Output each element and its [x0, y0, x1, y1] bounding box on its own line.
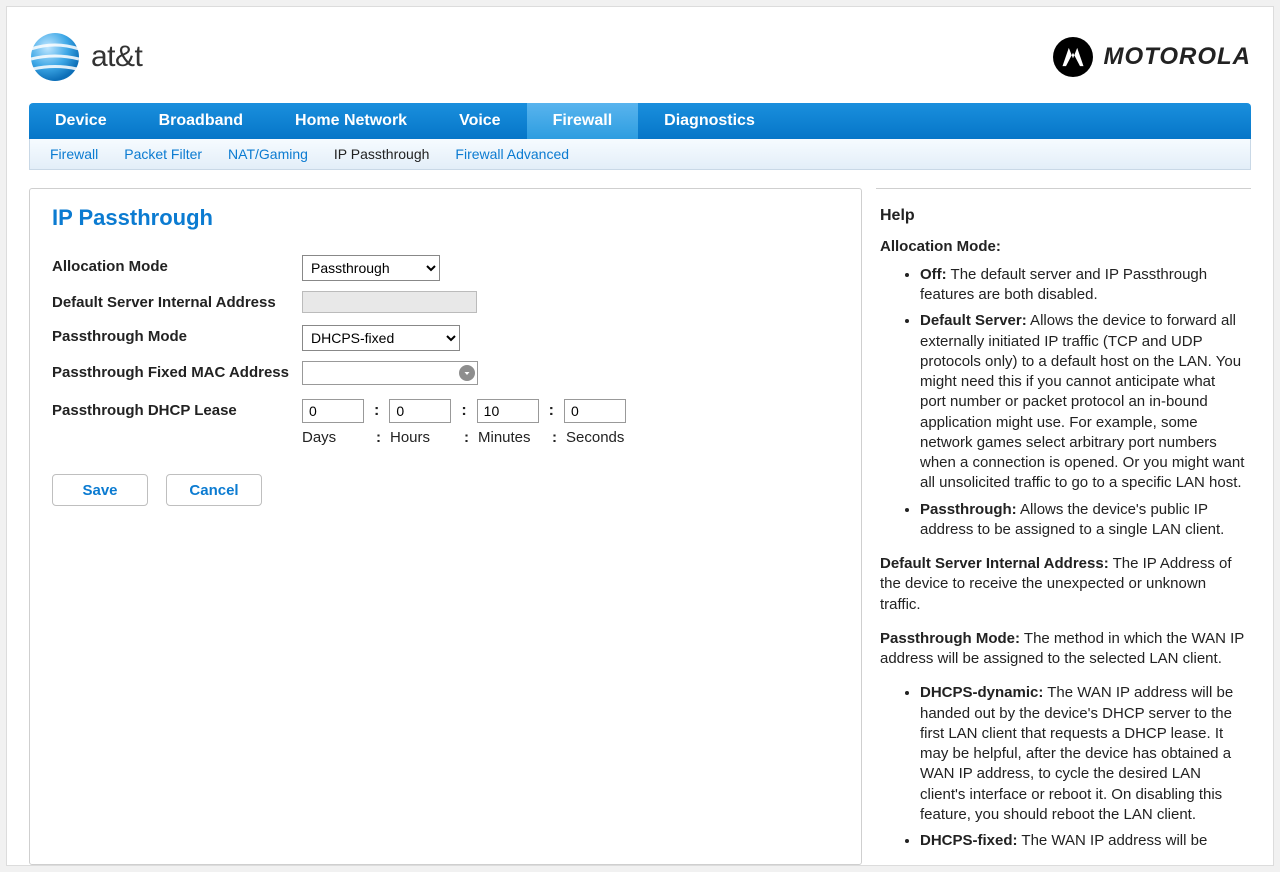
brand-motorola: MOTOROLA [1053, 37, 1251, 77]
label-dhcp-lease: Passthrough DHCP Lease [52, 399, 302, 419]
mac-dropdown-icon[interactable] [459, 365, 475, 381]
nav-firewall[interactable]: Firewall [527, 103, 639, 139]
att-wordmark: at&t [91, 40, 142, 74]
help-panel: Help Allocation Mode: Off: The default s… [876, 188, 1251, 865]
subnav-nat-gaming[interactable]: NAT/Gaming [228, 146, 308, 162]
label-passthrough-mode: Passthrough Mode [52, 325, 302, 345]
lease-minutes-label: Minutes [478, 429, 552, 446]
motorola-batwing-icon [1053, 37, 1093, 77]
subnav-firewall-advanced[interactable]: Firewall Advanced [455, 146, 569, 162]
save-button[interactable]: Save [52, 474, 148, 506]
help-alloc-default-server: Default Server: Allows the device to for… [920, 311, 1245, 493]
label-mac-address: Passthrough Fixed MAC Address [52, 361, 302, 381]
subnav-ip-passthrough[interactable]: IP Passthrough [334, 146, 429, 162]
nav-broadband[interactable]: Broadband [133, 103, 269, 139]
lease-days-input[interactable] [302, 399, 364, 423]
lease-seconds-input[interactable] [564, 399, 626, 423]
lease-hours-input[interactable] [389, 399, 451, 423]
help-alloc-off: Off: The default server and IP Passthrou… [920, 265, 1245, 306]
help-alloc-passthrough: Passthrough: Allows the device's public … [920, 500, 1245, 541]
passthrough-mode-select[interactable]: DHCPS-fixed [302, 325, 460, 351]
lease-hours-label: Hours [390, 429, 464, 446]
sub-nav: Firewall Packet Filter NAT/Gaming IP Pas… [29, 139, 1251, 170]
label-default-server: Default Server Internal Address [52, 291, 302, 311]
subnav-packet-filter[interactable]: Packet Filter [124, 146, 202, 162]
subnav-firewall[interactable]: Firewall [50, 146, 98, 162]
mac-address-input[interactable] [302, 361, 478, 385]
lease-days-label: Days [302, 429, 376, 446]
help-default-server-para: Default Server Internal Address: The IP … [880, 554, 1245, 615]
cancel-button[interactable]: Cancel [166, 474, 262, 506]
page-title: IP Passthrough [52, 205, 839, 231]
motorola-wordmark: MOTOROLA [1103, 43, 1251, 71]
help-title: Help [880, 205, 1245, 227]
label-allocation-mode: Allocation Mode [52, 255, 302, 275]
main-panel: IP Passthrough Allocation Mode Passthrou… [29, 188, 862, 865]
lease-minutes-input[interactable] [477, 399, 539, 423]
help-dhcps-fixed: DHCPS-fixed: The WAN IP address will be [920, 831, 1245, 851]
brand-att: at&t [29, 31, 142, 83]
nav-diagnostics[interactable]: Diagnostics [638, 103, 781, 139]
allocation-mode-select[interactable]: Passthrough [302, 255, 440, 281]
nav-device[interactable]: Device [29, 103, 133, 139]
nav-home-network[interactable]: Home Network [269, 103, 433, 139]
nav-voice[interactable]: Voice [433, 103, 527, 139]
main-nav: Device Broadband Home Network Voice Fire… [29, 103, 1251, 139]
default-server-input [302, 291, 477, 313]
att-globe-icon [29, 31, 81, 83]
help-passthrough-mode-para: Passthrough Mode: The method in which th… [880, 629, 1245, 670]
help-dhcps-dynamic: DHCPS-dynamic: The WAN IP address will b… [920, 683, 1245, 825]
help-alloc-heading: Allocation Mode: [880, 237, 1245, 257]
lease-seconds-label: Seconds [566, 429, 624, 446]
